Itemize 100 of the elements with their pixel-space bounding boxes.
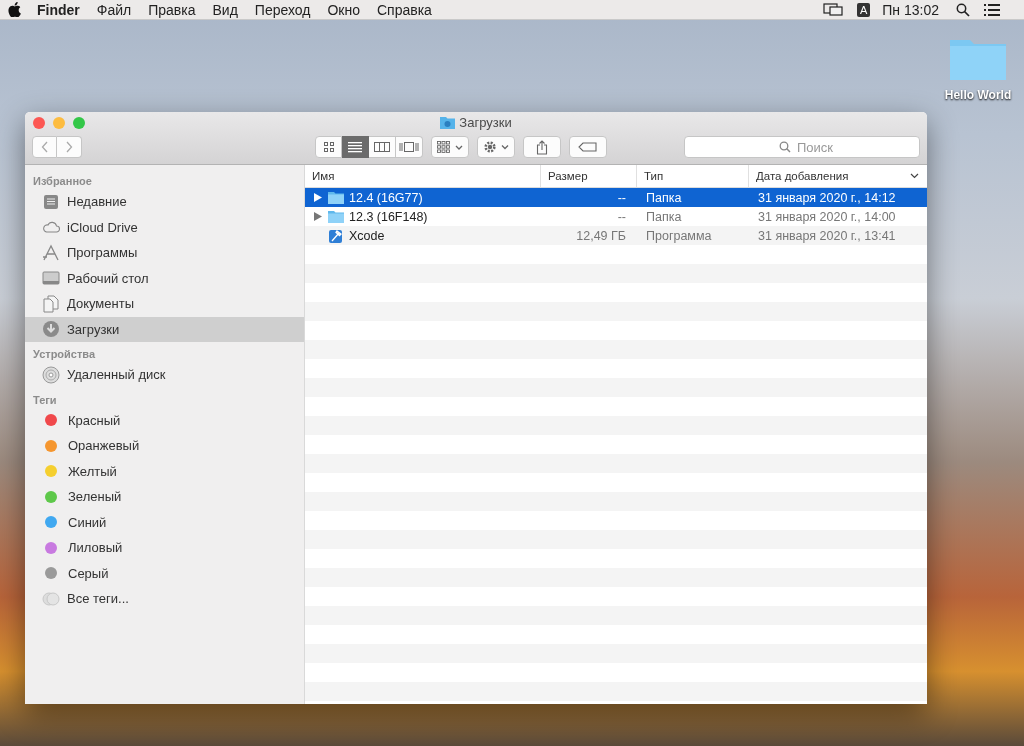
search-icon [779, 141, 791, 153]
view-mode-button[interactable] [369, 136, 396, 158]
list-icon[interactable] [984, 3, 1000, 16]
sidebar-item-label: Недавние [67, 194, 127, 210]
disc-icon [42, 365, 60, 384]
chevron-down-icon [910, 173, 919, 179]
file-name: Xcode [349, 228, 385, 243]
sidebar-item[interactable]: Красный [25, 407, 304, 433]
sidebar-item[interactable]: iCloud Drive [25, 214, 304, 240]
action-button[interactable] [477, 136, 515, 158]
file-name: 12.4 (16G77) [349, 190, 423, 205]
sidebar-item[interactable]: Документы [25, 291, 304, 317]
sidebar-item-label: Рабочий стол [67, 270, 149, 286]
file-kind: Программа [645, 228, 713, 243]
file-name: 12.3 (16F148) [349, 209, 428, 224]
file-size: -- [616, 190, 627, 205]
sidebar-heading: Теги [32, 392, 58, 408]
sidebar-heading: Избранное [32, 174, 93, 189]
documents-icon [42, 294, 60, 313]
file-size: 12,49 ГБ [575, 228, 627, 243]
gallery-view-icon [399, 141, 419, 153]
menu-item[interactable]: Вид [212, 1, 238, 18]
apple-logo-icon[interactable] [8, 2, 21, 17]
grid-dropdown-icon [437, 141, 463, 153]
hammer-app-icon [328, 227, 344, 244]
date-added: 31 января 2020 г., 14:12 [757, 190, 897, 205]
tag-icon [578, 142, 598, 152]
menu-clock[interactable]: Пн 13:02 [882, 1, 939, 18]
close-button[interactable] [33, 117, 45, 129]
menu-item[interactable]: Окно [327, 1, 360, 18]
sidebar-item-label: Удаленный диск [67, 367, 166, 383]
sidebar-item[interactable]: Лиловый [25, 535, 304, 561]
menu-item[interactable]: Правка [148, 1, 196, 18]
sidebar-item-label: Серый [68, 565, 109, 581]
sidebar-item-label: Программы [67, 245, 138, 261]
share-icon [536, 139, 548, 155]
sidebar-item-label: Желтый [68, 463, 117, 479]
sidebar-item-label: Загрузки [67, 321, 120, 337]
view-mode-button[interactable] [342, 136, 369, 158]
window-title: Загрузки [459, 115, 512, 130]
sidebar-item-label: Зеленый [68, 489, 122, 505]
input-source-indicator[interactable]: A [856, 2, 871, 17]
sidebar-item-label: Документы [67, 296, 134, 312]
columns-view-icon [374, 141, 390, 153]
search-icon[interactable] [956, 2, 970, 17]
sidebar-heading: Устройства [32, 347, 97, 362]
file-row[interactable]: 12.3 (16F148) -- Папка 31 января 2020 г., 14:00 [305, 207, 927, 226]
sidebar-item[interactable]: Оранжевый [25, 433, 304, 459]
file-row[interactable]: 12.4 (16G77) -- Папка 31 января 2020 г., 14:12 [305, 188, 927, 207]
sidebar-item[interactable]: Серый [25, 560, 304, 586]
overlapping-circles-icon [42, 591, 60, 606]
folder-icon [328, 191, 344, 204]
file-row[interactable]: Xcode 12,49 ГБ Программа 31 января 2020 г., 13:41 [305, 226, 927, 245]
downloads-folder-icon [440, 116, 456, 129]
file-kind: Папка [645, 209, 683, 224]
date-added: 31 января 2020 г., 13:41 [757, 228, 897, 243]
column-header[interactable]: Имя [305, 165, 540, 187]
list-view-icon [348, 141, 362, 153]
sidebar-item[interactable]: Программы [25, 240, 304, 266]
folder-icon [328, 210, 344, 223]
sidebar-item-label: Синий [68, 514, 107, 530]
sidebar-item-label: Все теги... [67, 591, 129, 607]
sidebar-item[interactable]: Рабочий стол [25, 265, 304, 291]
file-size: -- [616, 209, 627, 224]
date-added: 31 января 2020 г., 14:00 [757, 209, 897, 224]
screen-mirroring-icon[interactable] [822, 2, 843, 17]
group-button[interactable] [431, 136, 469, 158]
icon-grid-icon [322, 141, 335, 153]
menu-item[interactable]: Переход [254, 1, 311, 18]
sidebar-item-label: iCloud Drive [67, 219, 138, 235]
chevron-right-icon [65, 141, 73, 153]
sidebar-item-label: Оранжевый [68, 438, 140, 454]
apps-icon [42, 243, 60, 262]
download-icon [42, 320, 60, 339]
file-kind: Папка [645, 190, 683, 205]
sidebar-item-label: Красный [68, 412, 121, 428]
menu-item[interactable]: Файл [96, 1, 132, 18]
gear-dropdown-icon [483, 140, 509, 154]
sidebar-item[interactable]: Удаленный диск [25, 362, 304, 388]
chevron-left-icon [40, 141, 49, 153]
stacked-tray-icon [42, 192, 60, 211]
sidebar-item[interactable]: Все теги... [25, 586, 304, 612]
view-mode-button[interactable] [315, 136, 342, 158]
search-field[interactable]: Поиск [684, 136, 920, 158]
sidebar-item[interactable]: Недавние [25, 189, 304, 215]
sidebar-item[interactable]: Зеленый [25, 484, 304, 510]
column-header[interactable]: Размер [540, 165, 636, 187]
disclosure-triangle-icon[interactable] [314, 193, 322, 202]
sidebar-item-label: Лиловый [68, 540, 123, 556]
sidebar-item[interactable]: Синий [25, 509, 304, 535]
menu-app-name[interactable]: Finder [37, 1, 80, 18]
share-button[interactable] [523, 136, 561, 158]
column-header[interactable]: Тип [636, 165, 748, 187]
disclosure-triangle-icon[interactable] [314, 212, 322, 221]
menu-item[interactable]: Справка [377, 1, 432, 18]
view-mode-button[interactable] [396, 136, 423, 158]
column-header[interactable]: Дата добавления [748, 165, 926, 187]
sidebar-item[interactable]: Загрузки [25, 316, 304, 342]
desktop-icon [42, 269, 60, 288]
sidebar-item[interactable]: Желтый [25, 458, 304, 484]
